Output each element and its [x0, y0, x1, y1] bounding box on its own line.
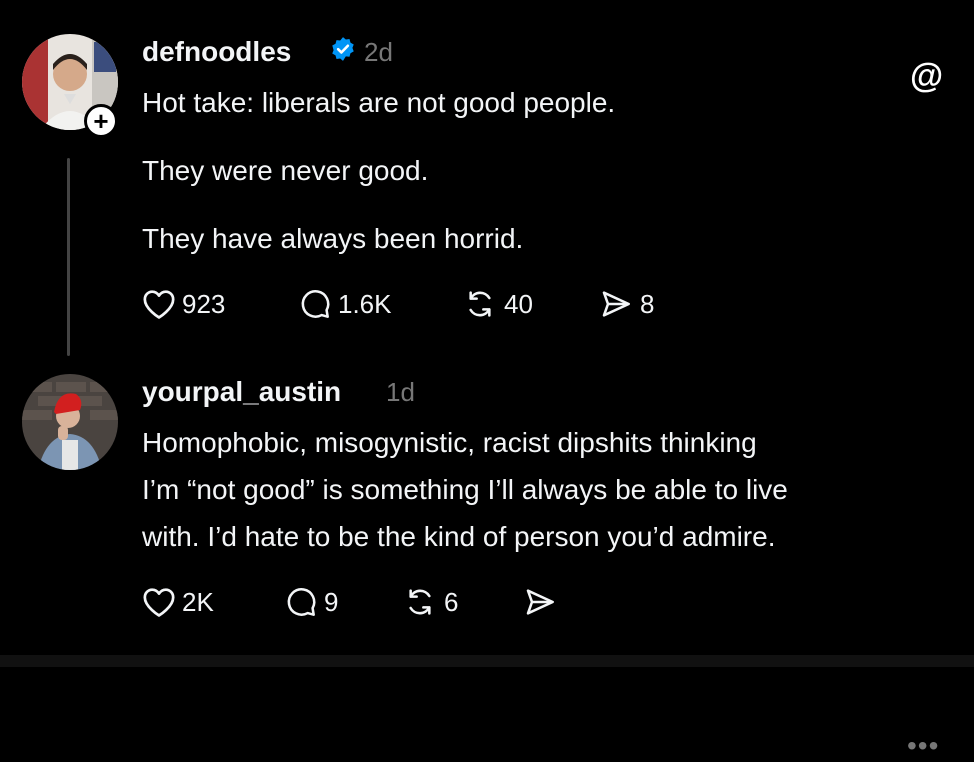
reply-button[interactable]: 9 [284, 586, 338, 618]
post-line-3: They have always been horrid. [142, 223, 524, 254]
send-icon [598, 288, 634, 320]
like-count: 2K [182, 586, 214, 617]
original-post: + defnoodles 2d @ Hot take: liberals are… [0, 0, 974, 360]
share-count: 8 [640, 288, 655, 319]
reply-post: yourpal_austin 1d ••• Homophobic, misogy… [0, 360, 974, 761]
follow-plus-button[interactable]: + [84, 104, 118, 138]
reply-timestamp: 1d [386, 377, 415, 407]
like-button[interactable]: 2K [142, 586, 214, 618]
more-options-icon[interactable]: ••• [907, 730, 939, 762]
comment-icon [298, 288, 332, 320]
repost-button[interactable]: 6 [402, 586, 458, 618]
bottom-divider [0, 655, 974, 667]
send-icon [522, 586, 558, 618]
post-username[interactable]: defnoodles [142, 36, 291, 68]
share-button[interactable] [522, 586, 558, 618]
reply-line-2: I’m “not good” is something I’ll always … [142, 474, 788, 505]
post-line-1: Hot take: liberals are not good people. [142, 87, 616, 118]
share-button[interactable]: 8 [598, 288, 654, 320]
like-count: 923 [182, 288, 226, 319]
reply-button[interactable]: 1.6K [298, 288, 392, 320]
repost-button[interactable]: 40 [462, 288, 533, 320]
verified-badge-icon [330, 36, 356, 67]
heart-icon [142, 586, 176, 618]
heart-icon [142, 288, 176, 320]
reply-count: 1.6K [338, 288, 392, 319]
reply-username[interactable]: yourpal_austin [142, 376, 341, 408]
reply-line-3: with. I’d hate to be the kind of person … [142, 521, 776, 552]
post-line-2: They were never good. [142, 155, 429, 186]
like-button[interactable]: 923 [142, 288, 225, 320]
post-timestamp: 2d [364, 37, 393, 67]
avatar[interactable] [22, 374, 118, 470]
repost-count: 40 [504, 288, 533, 319]
comment-icon [284, 586, 318, 618]
reply-line-1: Homophobic, misogynistic, racist dipshit… [142, 427, 757, 458]
repost-icon [402, 586, 438, 618]
repost-icon [462, 288, 498, 320]
repost-count: 6 [444, 586, 459, 617]
reply-count: 9 [324, 586, 339, 617]
threads-logo-icon[interactable]: @ [910, 57, 943, 96]
thread-connector-line [67, 158, 70, 356]
